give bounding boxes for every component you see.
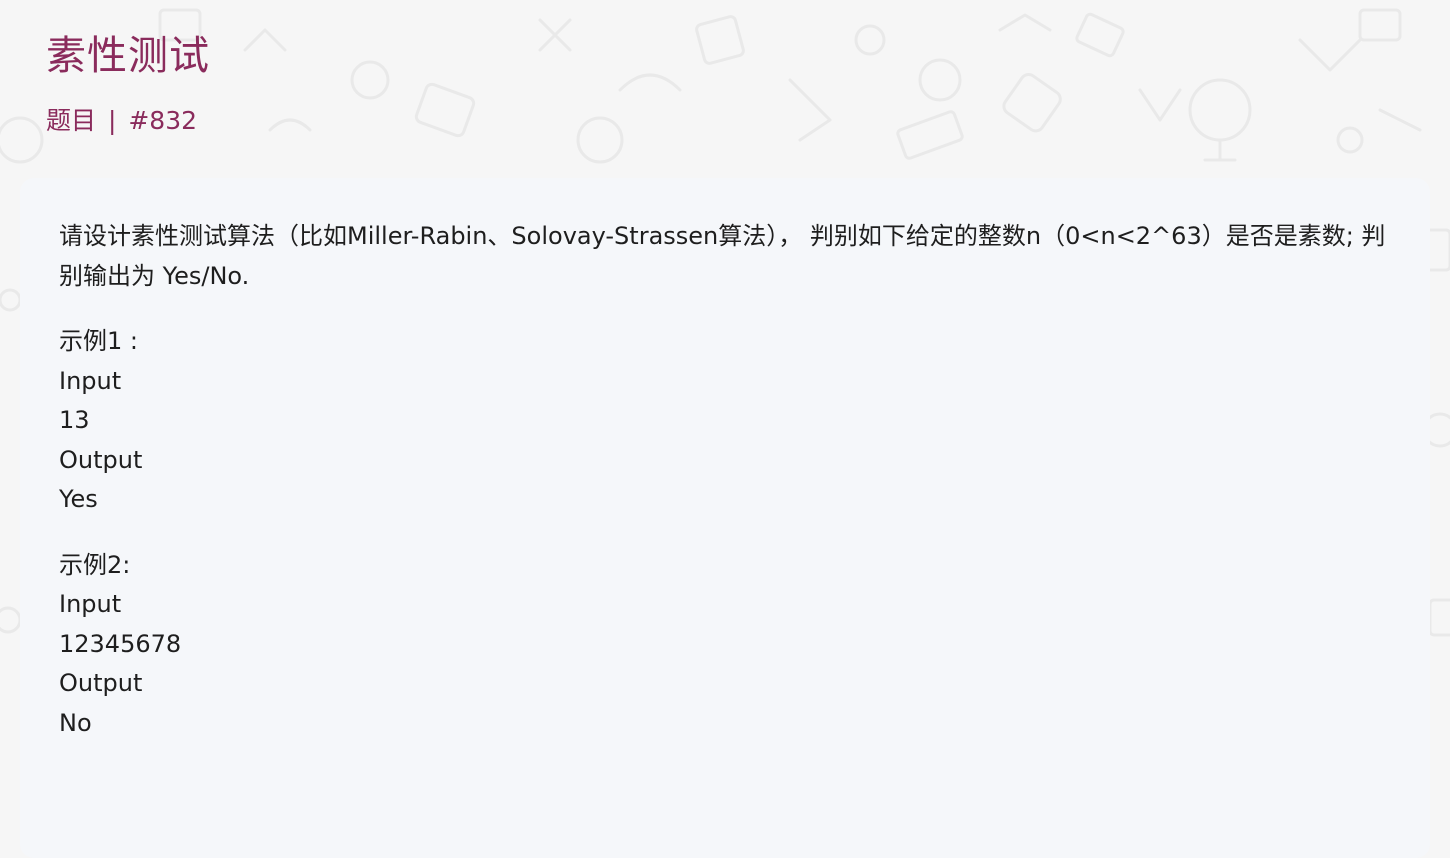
example-input-value: 13 <box>59 406 90 434</box>
example-input-label: Input <box>59 590 122 618</box>
example-label: 示例1 : <box>59 327 138 355</box>
example-output-value: No <box>59 708 92 737</box>
problem-id: #832 <box>128 106 198 135</box>
page-title: 素性测试 <box>46 33 210 79</box>
subtitle-separator: | <box>107 106 117 135</box>
example-block: 示例1 : Input 13 Output Yes <box>59 322 1390 520</box>
example-output-value: Yes <box>59 485 98 513</box>
example-input-label: Input <box>59 366 122 395</box>
example-output-label: Output <box>59 445 143 474</box>
page-header: 素性测试 题目 | #832 <box>0 0 1450 148</box>
example-output-label: Output <box>59 669 143 697</box>
example-label: 示例2: <box>59 550 131 579</box>
problem-description: 请设计素性测试算法（比如Miller-Rabin、Solovay-Strasse… <box>59 222 1386 290</box>
problem-subtitle: 题目 | #832 <box>46 106 1450 136</box>
category-label: 题目 <box>46 106 97 135</box>
problem-card: 请设计素性测试算法（比如Miller-Rabin、Solovay-Strasse… <box>20 178 1430 858</box>
example-block: 示例2: Input 12345678 Output No <box>59 546 1390 744</box>
example-input-value: 12345678 <box>59 629 182 658</box>
